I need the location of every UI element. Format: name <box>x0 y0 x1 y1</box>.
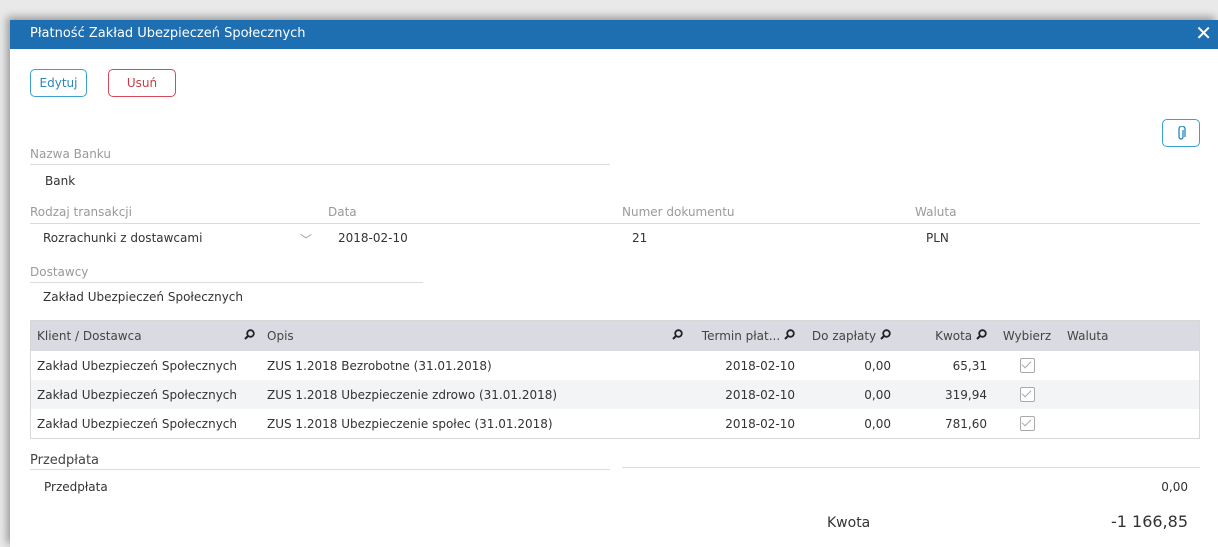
cell-currency <box>1061 409 1200 439</box>
window-title: Płatność Zakład Ubezpieczeń Społecznych <box>30 26 306 41</box>
attachment-button[interactable] <box>1162 119 1200 147</box>
column-header-select[interactable]: Wybierz <box>993 320 1061 351</box>
column-header-description[interactable]: Opis <box>261 320 689 351</box>
table-row[interactable]: Zakład Ubezpieczeń Społecznych ZUS 1.201… <box>31 409 1200 439</box>
column-header-amount[interactable]: Kwota <box>897 320 993 351</box>
search-icon[interactable] <box>880 329 891 343</box>
paperclip-icon <box>1178 126 1186 140</box>
cell-client: Zakład Ubezpieczeń Społecznych <box>37 416 238 431</box>
search-icon[interactable] <box>244 329 255 343</box>
total-value: -1 166,85 <box>1110 512 1188 531</box>
cell-amount: 65,31 <box>952 358 987 373</box>
cell-to-pay: 0,00 <box>864 358 891 373</box>
cell-description: ZUS 1.2018 Ubezpieczenie społec (31.01.2… <box>267 416 553 431</box>
checkbox-icon[interactable] <box>1019 358 1035 373</box>
checkbox-icon[interactable] <box>1019 416 1035 431</box>
cell-currency <box>1061 351 1200 380</box>
cell-description: ZUS 1.2018 Bezrobotne (31.01.2018) <box>267 358 492 373</box>
currency-field[interactable]: PLN <box>926 231 949 245</box>
divider <box>30 282 423 283</box>
cell-due-date: 2018-02-10 <box>725 416 795 431</box>
supplier-label: Dostawcy <box>30 265 89 279</box>
divider <box>622 467 1200 468</box>
document-number-label: Numer dokumentu <box>622 205 735 219</box>
date-field[interactable]: 2018-02-10 <box>338 231 408 245</box>
cell-to-pay: 0,00 <box>801 380 897 409</box>
cell-description: ZUS 1.2018 Ubezpieczenie zdrowo (31.01.2… <box>261 380 689 409</box>
prepayment-value: 0,00 <box>1161 480 1188 494</box>
cell-currency <box>1061 380 1200 409</box>
chevron-down-icon[interactable]: ﹀ <box>300 231 312 248</box>
search-icon[interactable] <box>784 329 795 343</box>
transaction-type-select[interactable]: Rozrachunki z dostawcami <box>43 231 202 245</box>
date-label: Data <box>328 205 357 219</box>
column-header-due-date[interactable]: Termin płat... <box>689 320 801 351</box>
cell-client: Zakład Ubezpieczeń Społecznych <box>30 380 261 409</box>
divider <box>30 164 610 165</box>
cell-select <box>993 380 1061 409</box>
search-icon[interactable] <box>672 329 683 343</box>
cell-due-date: 2018-02-10 <box>725 358 795 373</box>
settlements-table: Klient / Dostawca Opis Termin płat... Do… <box>30 320 1200 439</box>
bank-name-label: Nazwa Banku <box>30 147 111 161</box>
checkbox-icon[interactable] <box>1019 387 1035 402</box>
delete-button[interactable]: Usuń <box>108 69 176 97</box>
cell-amount: 781,60 <box>945 416 987 431</box>
cell-select <box>993 409 1061 439</box>
total-label: Kwota <box>827 515 871 531</box>
cell-amount: 319,94 <box>897 380 993 409</box>
supplier-field[interactable]: Zakład Ubezpieczeń Społecznych <box>43 290 243 304</box>
cell-due-date: 2018-02-10 <box>689 380 801 409</box>
transaction-type-label: Rodzaj transakcji <box>30 205 132 219</box>
edit-button[interactable]: Edytuj <box>30 69 87 97</box>
table-row[interactable]: Zakład Ubezpieczeń Społecznych ZUS 1.201… <box>31 351 1200 380</box>
column-header-currency[interactable]: Waluta <box>1061 320 1200 351</box>
column-header-to-pay[interactable]: Do zapłaty <box>801 320 897 351</box>
cell-to-pay: 0,00 <box>864 416 891 431</box>
close-icon[interactable]: ✕ <box>1195 21 1212 45</box>
divider <box>30 223 1200 224</box>
column-header-client[interactable]: Klient / Dostawca <box>30 320 261 351</box>
table-header: Klient / Dostawca Opis Termin płat... Do… <box>30 320 1200 351</box>
cell-select <box>993 351 1061 380</box>
bank-name-field[interactable]: Bank <box>45 174 75 188</box>
title-bar: Płatność Zakład Ubezpieczeń Społecznych … <box>10 20 1218 49</box>
table-row[interactable]: Zakład Ubezpieczeń Społecznych ZUS 1.201… <box>30 380 1200 409</box>
prepayment-label: Przedpłata <box>44 480 108 494</box>
divider <box>30 469 610 470</box>
payment-dialog: Płatność Zakład Ubezpieczeń Społecznych … <box>10 20 1218 547</box>
document-number-field[interactable]: 21 <box>632 231 647 245</box>
currency-label: Waluta <box>915 205 957 219</box>
prepayment-section-title: Przedpłata <box>30 453 100 468</box>
search-icon[interactable] <box>976 329 987 343</box>
cell-client: Zakład Ubezpieczeń Społecznych <box>37 358 238 373</box>
